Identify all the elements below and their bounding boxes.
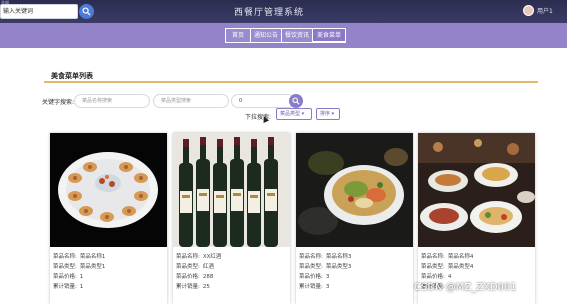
dish-price-row: 菜品价格: 4 [421, 272, 533, 282]
menu-card[interactable]: 菜品名称: XX红酒 菜品类型: 红酒 菜品价格: 288 累计销量: 25 [173, 133, 290, 304]
section-title: 美食菜单列表 [51, 72, 93, 80]
dish-sales: 25 [202, 284, 210, 290]
dish-price-label: 菜品价格: [176, 274, 200, 280]
dish-type: 红酒 [202, 264, 214, 270]
sort-dropdown[interactable]: 排序 ▾ [316, 108, 340, 120]
card-info: 菜品名称: XX红酒 菜品类型: 红酒 菜品价格: 288 累计销量: 25 [176, 252, 288, 292]
value-input[interactable]: 0 [231, 94, 295, 108]
dish-type-label: 菜品类型: [176, 264, 200, 270]
dish-name-row: 菜品名称: 菜品名称3 [299, 252, 411, 262]
dish-name: 菜品名称3 [325, 254, 352, 260]
dish-price-row: 菜品价格: 3 [299, 272, 411, 282]
dish-price-label: 菜品价格: [421, 274, 445, 280]
dish-type: 菜品类型4 [447, 264, 474, 270]
dish-name: 菜品名称4 [447, 254, 474, 260]
page: 全部 输入关键词 西餐厅管理系统 用户1 首页 通知公告 餐饮资讯 美食菜单 美… [0, 0, 567, 304]
dish-type: 菜品类型1 [79, 264, 106, 270]
dish-name-label: 菜品名称: [421, 254, 445, 260]
chevron-down-icon: ▾ [301, 111, 305, 117]
dish-name: XX红酒 [202, 254, 222, 260]
top-search-input[interactable]: 输入关键词 [0, 4, 78, 19]
dish-sales-row: 累计销量: 25 [176, 282, 288, 292]
user-menu[interactable]: 用户1 [523, 5, 553, 16]
dish-sales-row: 累计销量: 3 [299, 282, 411, 292]
dish-name-row: 菜品名称: 菜品名称4 [421, 252, 533, 262]
dish-type-row: 菜品类型: 菜品类型4 [421, 262, 533, 272]
dish-type-label: 菜品类型: [53, 264, 77, 270]
type-dropdown[interactable]: 菜品类型 ▾ [276, 108, 312, 120]
dish-price-row: 菜品价格: 1 [53, 272, 165, 282]
card-info: 菜品名称: 菜品名称3 菜品类型: 菜品类型3 菜品价格: 3 累计销量: 3 [299, 252, 411, 292]
nav-item-home[interactable]: 首页 [225, 28, 251, 43]
dish-type-label: 菜品类型: [299, 264, 323, 270]
dish-price: 4 [447, 274, 452, 280]
dish-name-label: 菜品名称: [299, 254, 323, 260]
dish-image[interactable] [296, 133, 413, 247]
dish-price: 288 [202, 274, 214, 280]
dish-name-row: 菜品名称: XX红酒 [176, 252, 288, 262]
dish-price: 3 [325, 274, 330, 280]
dish-type: 菜品类型3 [325, 264, 352, 270]
section-divider [44, 81, 538, 83]
search-icon [292, 97, 300, 105]
dish-sales-row: 累计销量: 1 [53, 282, 165, 292]
dish-price-row: 菜品价格: 288 [176, 272, 288, 282]
dish-sales: 1 [79, 284, 84, 290]
nav-item-menu[interactable]: 美食菜单 [312, 28, 346, 43]
dish-type-row: 菜品类型: 菜品类型1 [53, 262, 165, 272]
name-search-input[interactable]: 菜品名称搜索 [74, 94, 150, 108]
dish-image[interactable] [418, 133, 535, 247]
menu-card[interactable]: 菜品名称: 菜品名称3 菜品类型: 菜品类型3 菜品价格: 3 累计销量: 3 [296, 133, 413, 304]
type-search-input[interactable]: 菜品类型搜索 [153, 94, 229, 108]
dish-price: 1 [79, 274, 84, 280]
app-title: 西餐厅管理系统 [234, 8, 305, 18]
dish-name-label: 菜品名称: [176, 254, 200, 260]
nav-item-notices[interactable]: 通知公告 [250, 28, 282, 43]
dish-sales-label: 累计销量: [176, 284, 200, 290]
search-icon [82, 7, 91, 16]
top-search: 输入关键词 [0, 4, 95, 19]
dish-price-label: 菜品价格: [299, 274, 323, 280]
watermark: CSDN @MZ_ZXD001 [414, 282, 517, 293]
dish-type-label: 菜品类型: [421, 264, 445, 270]
dish-image[interactable] [173, 133, 290, 247]
dish-sales-label: 累计销量: [299, 284, 323, 290]
menu-card[interactable]: 菜品名称: 菜品名称4 菜品类型: 菜品类型4 菜品价格: 4 累计销量: [418, 133, 535, 304]
avatar[interactable] [523, 5, 534, 16]
dish-image[interactable] [50, 133, 167, 247]
chevron-down-icon: ▾ [331, 111, 335, 117]
dish-name-label: 菜品名称: [53, 254, 77, 260]
dish-sales-label: 累计销量: [53, 284, 77, 290]
card-info: 菜品名称: 菜品名称1 菜品类型: 菜品类型1 菜品价格: 1 累计销量: 1 [53, 252, 165, 292]
dish-sales: 3 [325, 284, 330, 290]
dish-type-row: 菜品类型: 红酒 [176, 262, 288, 272]
dish-name-row: 菜品名称: 菜品名称1 [53, 252, 165, 262]
dish-type-row: 菜品类型: 菜品类型3 [299, 262, 411, 272]
dish-name: 菜品名称1 [79, 254, 106, 260]
user-name[interactable]: 用户1 [537, 6, 553, 15]
filter-search-button[interactable] [289, 94, 303, 108]
main-nav: 首页 通知公告 餐饮资讯 美食菜单 [225, 28, 346, 43]
type-dropdown-label: 菜品类型 [280, 111, 301, 117]
sort-dropdown-label: 排序 [320, 111, 331, 117]
menu-card[interactable]: 菜品名称: 菜品名称1 菜品类型: 菜品类型1 菜品价格: 1 累计销量: 1 [50, 133, 167, 304]
keyword-label: 关键字搜索: [42, 99, 75, 106]
nav-item-news[interactable]: 餐饮资讯 [281, 28, 313, 43]
dish-price-label: 菜品价格: [53, 274, 77, 280]
top-search-button[interactable] [79, 4, 94, 19]
